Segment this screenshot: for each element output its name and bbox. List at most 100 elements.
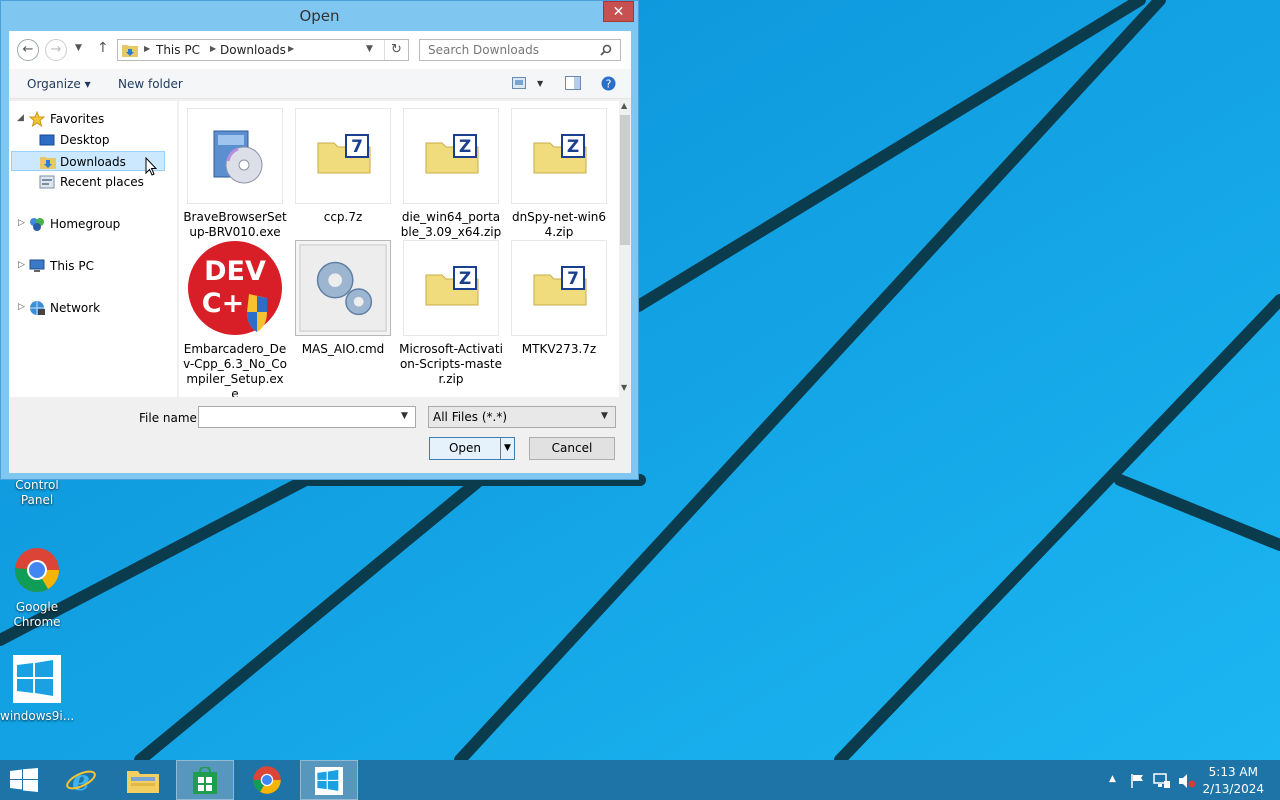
close-button[interactable]: ✕	[603, 1, 634, 22]
collapsed-arrow-icon[interactable]: ▷	[18, 302, 25, 312]
network-tray-icon[interactable]	[1153, 773, 1171, 789]
taskbar-internet-explorer[interactable]: e	[52, 760, 110, 800]
file-name: dnSpy-net-win64.zip	[511, 210, 607, 239]
scrollbar-thumb[interactable]	[620, 115, 630, 245]
taskbar-windows9-app[interactable]	[300, 760, 358, 800]
file-name: MAS_AIO.cmd	[301, 342, 385, 356]
dev-cpp-logo-icon: DEV C+	[188, 241, 282, 335]
expanded-arrow-icon[interactable]: ◢	[17, 113, 24, 123]
nav-item-recent-places[interactable]: Recent places	[23, 172, 165, 192]
windows-logo-icon	[315, 767, 343, 795]
recent-places-icon	[39, 175, 55, 189]
file-item[interactable]: Z dnSpy-net-win64.zip	[507, 108, 611, 240]
forward-button[interactable]: →	[45, 39, 67, 61]
breadcrumb-this-pc[interactable]: This PC	[156, 43, 200, 57]
nav-item-network[interactable]: ▷ Network	[15, 298, 165, 318]
open-button-label: Open	[448, 441, 482, 455]
cancel-button[interactable]: Cancel	[529, 437, 615, 460]
chrome-icon	[253, 766, 281, 794]
back-button[interactable]: ←	[17, 39, 39, 61]
navigation-pane: ◢ Favorites Desktop Downloads Recent pla…	[9, 101, 177, 397]
open-dropdown-icon[interactable]: ▼	[500, 438, 514, 459]
view-options-chevron-icon[interactable]: ▼	[537, 79, 543, 88]
zip-archive-icon: Z	[425, 134, 479, 174]
file-list: BraveBrowserSetup-BRV010.exe 7 ccp.7z Z …	[179, 101, 631, 397]
dialog-footer: File name: ▼ All Files (*.*) ▼ Open ▼ Ca…	[9, 397, 631, 473]
change-view-icon[interactable]	[512, 77, 526, 89]
refresh-icon[interactable]: ↻	[384, 40, 408, 60]
desktop-icon-control-panel[interactable]: Control Panel	[0, 478, 74, 508]
desktop-icon-windows9[interactable]: windows9i...	[0, 655, 74, 724]
filename-label: File name:	[139, 411, 201, 425]
scroll-down-icon[interactable]: ▼	[621, 383, 627, 392]
collapsed-arrow-icon[interactable]: ▷	[18, 218, 25, 228]
installer-cd-icon	[213, 130, 263, 184]
file-thumbnail	[187, 108, 283, 204]
clock-date[interactable]: 2/13/2024	[1200, 782, 1264, 796]
file-item[interactable]: 7 MTKV273.7z	[507, 240, 611, 357]
zip-archive-icon: Z	[533, 134, 587, 174]
file-name: Microsoft-Activation-Scripts-master.zip	[399, 342, 503, 386]
file-thumbnail: 7	[295, 108, 391, 204]
file-item[interactable]: 7 ccp.7z	[291, 108, 395, 225]
dialog-client: ← → ▼ ↑ ▶ This PC ▶ Downloads ▶ ▼ ↻ Sear…	[9, 31, 631, 473]
folder-download-icon	[122, 45, 138, 57]
internet-explorer-icon: e	[66, 765, 96, 795]
preview-pane-icon[interactable]	[565, 76, 581, 90]
taskbar-google-chrome[interactable]	[238, 760, 296, 800]
clock-time[interactable]: 5:13 AM	[1200, 765, 1258, 779]
file-type-select[interactable]: All Files (*.*) ▼	[428, 406, 616, 428]
file-explorer-icon	[127, 771, 159, 793]
new-folder-button[interactable]: New folder	[118, 77, 183, 91]
search-input[interactable]: Search Downloads	[428, 43, 539, 57]
taskbar-file-explorer[interactable]	[114, 760, 172, 800]
archive-badge-text: 7	[567, 269, 579, 289]
file-item[interactable]: DEV C+ Embarcadero_Dev-Cpp_6.3_No_Compil…	[183, 240, 287, 397]
nav-label-homegroup: Homegroup	[50, 217, 121, 231]
file-thumbnail: Z	[403, 240, 499, 336]
search-icon	[600, 44, 612, 56]
nav-item-desktop[interactable]: Desktop	[23, 130, 165, 150]
address-bar[interactable]: ▶ This PC ▶ Downloads ▶ ▼ ↻	[117, 39, 409, 61]
desktop-icon-google-chrome[interactable]: Google Chrome	[0, 546, 74, 630]
open-button[interactable]: Open ▼	[429, 437, 515, 460]
nav-item-this-pc[interactable]: ▷ This PC	[15, 256, 165, 276]
volume-muted-icon[interactable]	[1178, 773, 1196, 789]
filename-dropdown-icon[interactable]: ▼	[401, 411, 408, 421]
organize-menu[interactable]: Organize ▾	[27, 77, 91, 91]
windows-logo-icon	[13, 655, 61, 703]
dialog-titlebar[interactable]: Open ✕	[1, 1, 638, 31]
file-item[interactable]: BraveBrowserSetup-BRV010.exe	[183, 108, 287, 240]
file-name: BraveBrowserSetup-BRV010.exe	[183, 210, 287, 239]
archive-badge-text: 7	[351, 137, 363, 157]
filename-input[interactable]: ▼	[198, 406, 416, 428]
nav-item-homegroup[interactable]: ▷ Homegroup	[15, 214, 165, 234]
breadcrumb-downloads[interactable]: Downloads	[220, 43, 286, 57]
taskbar-store[interactable]	[176, 760, 234, 800]
action-center-flag-icon[interactable]	[1130, 773, 1146, 789]
desktop-icon-label: windows9i...	[0, 709, 75, 723]
help-icon[interactable]: ?	[601, 76, 616, 91]
address-dropdown-icon[interactable]: ▼	[366, 44, 373, 54]
desktop-icon	[39, 134, 55, 146]
file-item[interactable]: Z Microsoft-Activation-Scripts-master.zi…	[399, 240, 503, 387]
tray-show-hidden-icon[interactable]: ▲	[1109, 774, 1116, 784]
scroll-up-icon[interactable]: ▲	[621, 101, 627, 110]
downloads-folder-icon	[40, 157, 56, 169]
recent-locations-chevron-icon[interactable]: ▼	[75, 43, 82, 53]
archive-badge-text: Z	[567, 137, 579, 157]
nav-item-downloads[interactable]: Downloads	[11, 151, 165, 171]
up-arrow-icon[interactable]: ↑	[97, 40, 109, 56]
start-button-windows-icon[interactable]	[10, 768, 38, 792]
file-item[interactable]: MAS_AIO.cmd	[291, 240, 395, 357]
nav-item-favorites[interactable]: ◢ Favorites	[15, 109, 165, 129]
search-box[interactable]: Search Downloads	[419, 39, 621, 61]
dialog-title: Open	[299, 7, 340, 25]
collapsed-arrow-icon[interactable]: ▷	[18, 260, 25, 270]
svg-text:?: ?	[606, 78, 612, 91]
file-item[interactable]: Z die_win64_portable_3.09_x64.zip	[399, 108, 503, 240]
command-bar: Organize ▾ New folder ▼ ?	[9, 69, 631, 99]
file-type-dropdown-icon[interactable]: ▼	[601, 411, 608, 421]
vertical-scrollbar[interactable]: ▲ ▼	[619, 101, 631, 397]
navigation-bar: ← → ▼ ↑ ▶ This PC ▶ Downloads ▶ ▼ ↻ Sear…	[9, 31, 631, 69]
